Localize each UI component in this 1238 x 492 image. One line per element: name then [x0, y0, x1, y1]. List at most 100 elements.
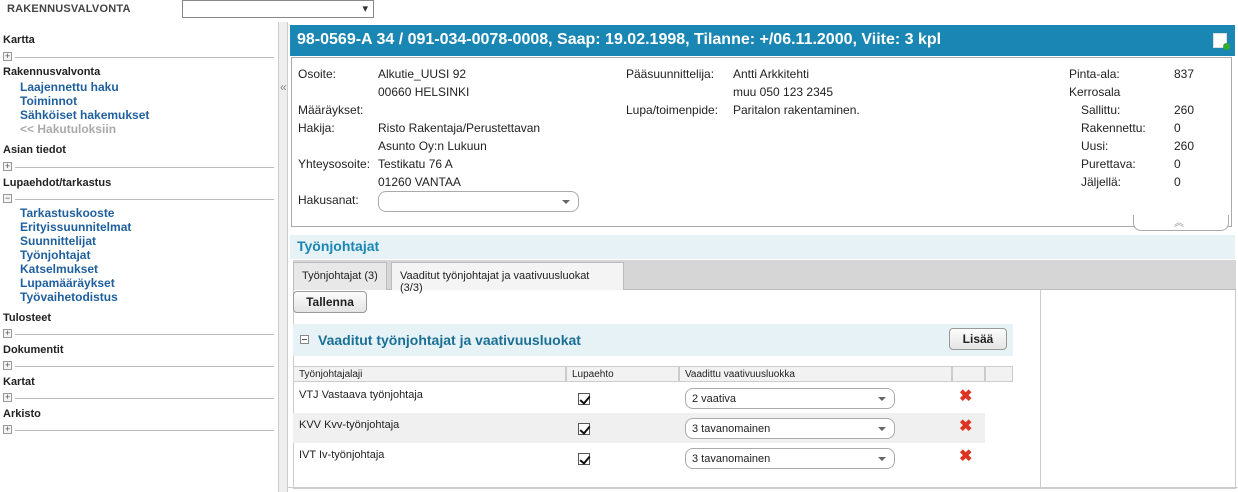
expand-icon[interactable]: +	[3, 161, 12, 171]
sidebar-link-tyonjohtajat[interactable]: Työnjohtajat	[20, 248, 90, 262]
sidebar-link-lupamaaraykset[interactable]: Lupamääräykset	[20, 276, 115, 290]
divider	[15, 199, 274, 200]
vaativuusluokka-select[interactable]: 3 tavanomainen	[685, 418, 895, 439]
collapse-icon[interactable]: −	[3, 193, 12, 203]
hakija-line1: Risto Rakentaja/Perustettavan	[378, 121, 541, 135]
sallittu-label: Sallittu:	[1081, 103, 1121, 117]
yhteysosoite-line1: Testikatu 76 A	[378, 157, 453, 171]
subsection-title: Vaaditut työnjohtajat ja vaativuusluokat	[318, 332, 581, 348]
hakija-label: Hakija:	[298, 121, 335, 135]
tyonjohtajalaji-cell: IVT Iv-työnjohtaja	[299, 449, 385, 461]
sidebar-link-hakutuloksiin: << Hakutuloksiin	[20, 122, 117, 136]
tab-tyonjohtajat[interactable]: Työnjohtajat (3)	[293, 262, 387, 290]
lupaehto-checkbox[interactable]	[578, 453, 590, 465]
sidebar-section-tulosteet[interactable]: Tulosteet	[3, 312, 51, 324]
subsection-header: Vaaditut työnjohtajat ja vaativuusluokat	[293, 324, 1013, 356]
expand-icon[interactable]: +	[3, 360, 12, 370]
sidebar-section-rakennusvalvonta[interactable]: Rakennusvalvonta	[3, 66, 100, 78]
hakija-line2: Asunto Oy:n Lukuun	[378, 139, 487, 153]
delete-icon[interactable]: ✖	[959, 449, 972, 465]
divider	[15, 57, 274, 58]
chevron-down-icon	[878, 456, 886, 461]
sidebar-section-kartat[interactable]: Kartat	[3, 376, 35, 388]
sallittu-value: 260	[1174, 103, 1195, 117]
table-row: IVT Iv-työnjohtaja 3 tavanomainen ✖	[293, 443, 1013, 473]
lupaehto-checkbox[interactable]	[578, 393, 590, 405]
case-title: 98-0569-A 34 / 091-034-0078-0008, Saap: …	[297, 31, 942, 48]
delete-icon[interactable]: ✖	[959, 419, 972, 435]
sidebar-splitter[interactable]: «	[278, 22, 288, 492]
sidebar: Kartta + Rakennusvalvonta Laajennettu ha…	[0, 22, 278, 492]
tyonjohtajalaji-cell: KVV Kvv-työnjohtaja	[299, 419, 400, 431]
lupa-value: Paritalon rakentaminen.	[733, 103, 860, 117]
expand-icon[interactable]: +	[3, 424, 12, 434]
tab-bar: Työnjohtajat (3) Vaaditut työnjohtajat j…	[293, 260, 1236, 294]
column-header-lupaehto[interactable]: Lupaehto	[566, 366, 679, 382]
paasuunnittelija-name: Antti Arkkitehti	[733, 67, 810, 81]
section-title: Työnjohtajat	[297, 238, 380, 254]
module-select[interactable]: ▾	[182, 0, 374, 18]
table-row: VTJ Vastaava työnjohtaja 2 vaativa ✖	[293, 383, 1013, 413]
sidebar-link-toiminnot[interactable]: Toiminnot	[20, 94, 77, 108]
sidebar-link-suunnittelijat[interactable]: Suunnittelijat	[20, 234, 96, 248]
purettava-label: Purettava:	[1081, 157, 1136, 171]
tab-vaaditut-tyonjohtajat[interactable]: Vaaditut työnjohtajat ja vaativuusluokat…	[391, 262, 624, 294]
section-header: Työnjohtajat	[290, 235, 1235, 259]
column-header-extra	[985, 366, 1013, 382]
sidebar-section-dokumentit[interactable]: Dokumentit	[3, 344, 64, 356]
osoite-line1: Alkutie_UUSI 92	[378, 67, 467, 81]
sidebar-link-tarkastuskooste[interactable]: Tarkastuskooste	[20, 206, 114, 220]
osoite-line2: 00660 HELSINKI	[378, 85, 470, 99]
case-info-panel: Osoite: Alkutie_UUSI 92 00660 HELSINKI M…	[291, 57, 1232, 227]
column-header-delete	[952, 366, 985, 382]
chevron-down-icon	[562, 199, 570, 204]
collapse-icon[interactable]	[300, 335, 309, 344]
kerrosala-label: Kerrosala	[1069, 85, 1121, 99]
divider	[15, 430, 274, 431]
table-row: KVV Kvv-työnjohtaja 3 tavanomainen ✖	[293, 413, 985, 443]
expand-icon[interactable]: +	[3, 392, 12, 402]
sidebar-link-laajennettu-haku[interactable]: Laajennettu haku	[20, 80, 119, 94]
sidebar-section-asian-tiedot[interactable]: Asian tiedot	[3, 144, 66, 156]
column-header-tyonjohtajalaji[interactable]: Työnjohtajalaji	[293, 366, 566, 382]
yhteysosoite-label: Yhteysosoite:	[298, 157, 371, 171]
sidebar-section-kartta[interactable]: Kartta	[3, 34, 35, 46]
app-title: RAKENNUSVALVONTA	[7, 3, 131, 15]
top-bar: RAKENNUSVALVONTA ▾	[0, 0, 1238, 22]
sidebar-link-sahkoiset-hakemukset[interactable]: Sähköiset hakemukset	[20, 108, 149, 122]
save-button[interactable]: Tallenna	[293, 291, 367, 313]
rakennettu-label: Rakennettu:	[1081, 121, 1146, 135]
sidebar-section-lupaehdot[interactable]: Lupaehdot/tarkastus	[3, 177, 111, 189]
chevron-down-icon	[878, 396, 886, 401]
yhteysosoite-line2: 01260 VANTAA	[378, 175, 461, 189]
add-button[interactable]: Lisää	[949, 328, 1007, 350]
delete-icon[interactable]: ✖	[959, 389, 972, 405]
rakennettu-value: 0	[1174, 121, 1181, 135]
sidebar-section-arkisto[interactable]: Arkisto	[3, 408, 41, 420]
lupaehto-checkbox[interactable]	[578, 423, 590, 435]
sidebar-link-katselmukset[interactable]: Katselmukset	[20, 262, 98, 276]
expand-icon[interactable]: +	[3, 51, 12, 61]
hakusanat-label: Hakusanat:	[298, 193, 359, 207]
vaativuusluokka-select[interactable]: 3 tavanomainen	[685, 448, 895, 469]
hakusanat-select[interactable]	[378, 191, 579, 212]
collapse-info-button[interactable]: ︽	[1133, 215, 1229, 231]
jaljella-value: 0	[1174, 175, 1181, 189]
divider	[288, 487, 1238, 488]
purettava-value: 0	[1174, 157, 1181, 171]
osoite-label: Osoite:	[298, 67, 337, 81]
uusi-value: 260	[1174, 139, 1195, 153]
sidebar-link-tyovaihetodistus[interactable]: Työvaihetodistus	[20, 290, 118, 304]
divider	[15, 398, 274, 399]
collapse-sidebar-icon[interactable]: «	[280, 80, 287, 94]
expand-icon[interactable]: +	[3, 328, 12, 338]
column-header-vaativuusluokka[interactable]: Vaadittu vaativuusluokka	[679, 366, 952, 382]
paasuunnittelija-phone: muu 050 123 2345	[733, 85, 834, 99]
sidebar-link-erityissuunnitelmat[interactable]: Erityissuunnitelmat	[20, 220, 131, 234]
case-banner: 98-0569-A 34 / 091-034-0078-0008, Saap: …	[290, 25, 1235, 56]
chevron-down-icon	[878, 426, 886, 431]
edit-document-icon[interactable]	[1213, 33, 1230, 50]
vaativuusluokka-select[interactable]: 2 vaativa	[685, 388, 895, 409]
uusi-label: Uusi:	[1081, 139, 1109, 153]
lupa-label: Lupa/toimenpide:	[626, 103, 719, 117]
